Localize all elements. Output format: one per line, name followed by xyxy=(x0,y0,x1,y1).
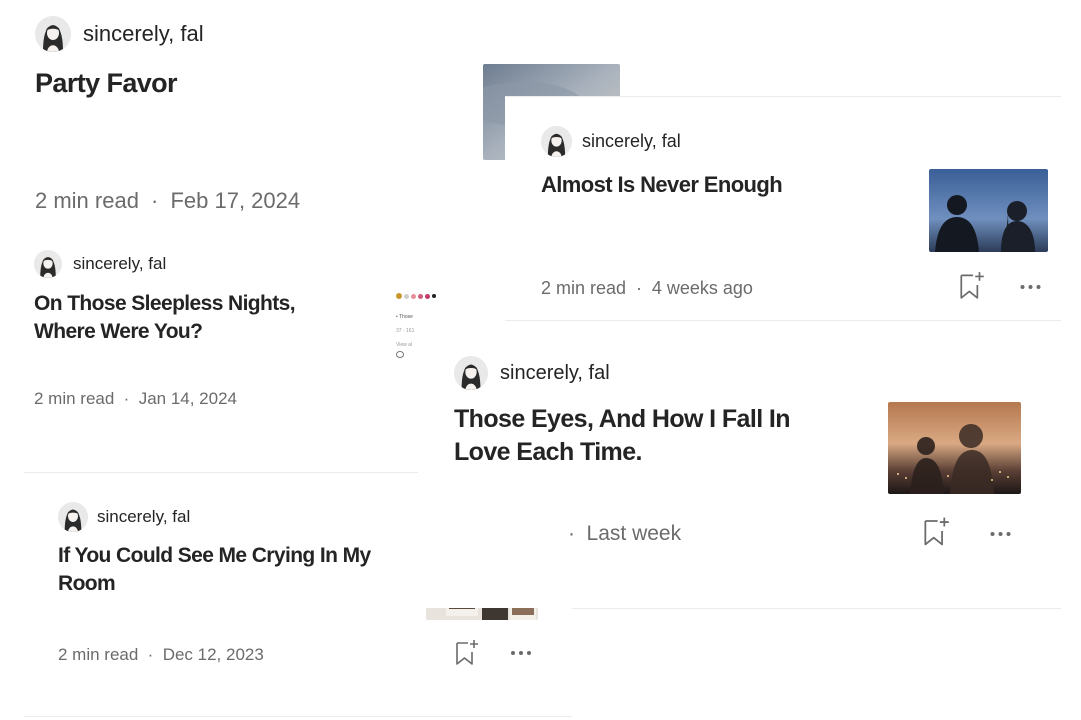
meta-separator: · xyxy=(123,389,130,408)
story-title[interactable]: Party Favor xyxy=(35,66,435,100)
avatar[interactable] xyxy=(58,502,88,532)
meta-separator: · xyxy=(147,645,154,664)
story-title[interactable]: Almost Is Never Enough xyxy=(541,171,901,199)
story-meta: 2 min read · 4 weeks ago xyxy=(541,278,753,299)
divider xyxy=(24,716,572,717)
avatar[interactable] xyxy=(34,250,62,278)
author-row[interactable]: sincerely, fal xyxy=(58,502,190,532)
story-meta: 2 min read · Dec 12, 2023 xyxy=(58,645,264,665)
author-name[interactable]: sincerely, fal xyxy=(97,507,190,527)
story-meta: 2 min read · Feb 17, 2024 xyxy=(35,188,300,214)
meta-separator: · xyxy=(635,278,642,298)
bookmark-add-icon[interactable] xyxy=(922,515,951,547)
author-name[interactable]: sincerely, fal xyxy=(582,131,681,152)
divider xyxy=(572,608,1061,609)
story-thumbnail[interactable] xyxy=(929,169,1048,252)
read-time: 2 min read xyxy=(58,645,139,664)
avatar[interactable] xyxy=(454,356,488,390)
read-time: 2 min read xyxy=(34,389,115,408)
publish-date: Jan 14, 2024 xyxy=(138,389,237,408)
emoji-strip xyxy=(396,292,456,300)
author-row[interactable]: sincerely, fal xyxy=(454,356,610,390)
author-row[interactable]: sincerely, fal xyxy=(35,16,204,52)
author-name[interactable]: sincerely, fal xyxy=(83,21,204,47)
author-name[interactable]: sincerely, fal xyxy=(500,362,610,385)
comment-icon xyxy=(396,351,404,358)
bookmark-add-icon[interactable] xyxy=(454,638,480,666)
story-card-sleepless-nights[interactable]: sincerely, fal On Those Sleepless Nights… xyxy=(0,236,460,468)
read-time: 2 min read xyxy=(541,278,627,298)
author-row[interactable]: sincerely, fal xyxy=(34,250,166,278)
avatar[interactable] xyxy=(35,16,71,52)
author-name[interactable]: sincerely, fal xyxy=(73,254,166,274)
publish-date: Dec 12, 2023 xyxy=(162,645,264,664)
story-title[interactable]: If You Could See Me Crying In My Room xyxy=(58,542,408,598)
edge-text: • Those xyxy=(396,314,413,320)
divider xyxy=(505,96,1061,97)
publish-date: Feb 17, 2024 xyxy=(170,188,301,213)
story-title[interactable]: Those Eyes, And How I Fall In Love Each … xyxy=(454,403,834,469)
publish-date: 4 weeks ago xyxy=(651,278,753,298)
publish-date: Last week xyxy=(586,522,682,545)
meta-separator: · xyxy=(568,522,575,545)
bookmark-add-icon[interactable] xyxy=(958,270,986,300)
story-card-those-eyes[interactable]: sincerely, fal Those Eyes, And How I Fal… xyxy=(418,322,1061,608)
more-horizontal-icon[interactable] xyxy=(988,527,1013,541)
more-horizontal-icon[interactable] xyxy=(510,646,532,660)
author-row[interactable]: sincerely, fal xyxy=(541,126,681,157)
story-title[interactable]: On Those Sleepless Nights, Where Were Yo… xyxy=(34,290,354,346)
story-card-party-favor[interactable]: sincerely, fal Party Favor 2 min read · Fe… xyxy=(0,0,470,230)
more-horizontal-icon[interactable] xyxy=(1019,280,1042,294)
read-time: 2 min read xyxy=(35,188,139,213)
avatar[interactable] xyxy=(541,126,572,157)
story-card-almost-is-never-enough[interactable]: sincerely, fal Almost Is Never Enough 2 … xyxy=(505,96,1061,320)
story-thumbnail[interactable] xyxy=(888,402,1021,494)
meta-separator: · xyxy=(151,188,159,213)
divider xyxy=(505,320,1061,321)
story-meta: · Last week xyxy=(568,522,681,546)
story-meta: 2 min read · Jan 14, 2024 xyxy=(34,389,237,409)
